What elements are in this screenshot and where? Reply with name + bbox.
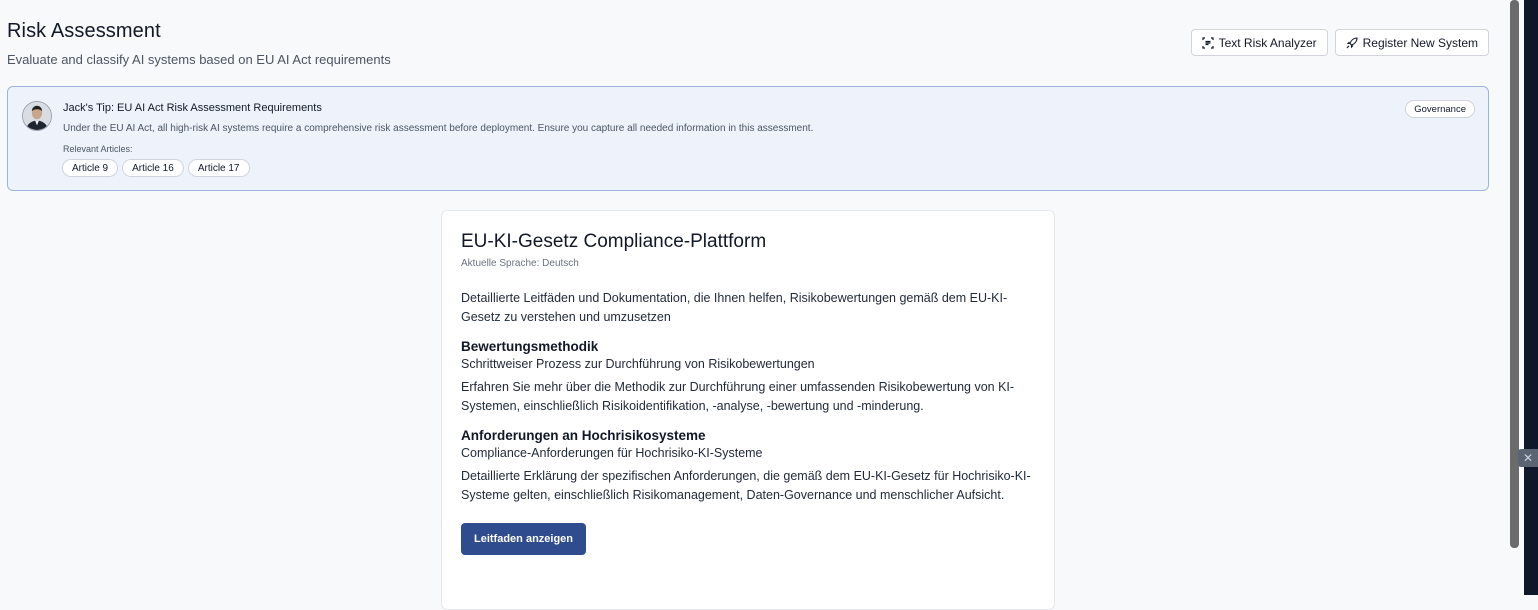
register-new-system-button[interactable]: Register New System (1334, 29, 1489, 56)
section-body: Erfahren Sie mehr über die Methodik zur … (461, 380, 1015, 413)
close-icon[interactable]: ✕ (1518, 449, 1538, 467)
side-panel-edge (1524, 0, 1538, 595)
card-title: EU-KI-Gesetz Compliance-Plattform (461, 231, 767, 252)
section-heading: Anforderungen an Hochrisikosysteme (461, 428, 706, 443)
section-subheading: Compliance-Anforderungen für Hochrisiko-… (461, 446, 763, 460)
text-risk-analyzer-label: Text Risk Analyzer (1218, 35, 1317, 50)
article-tag[interactable]: Article 9 (62, 159, 119, 177)
article-tag[interactable]: Article 17 (187, 159, 250, 177)
card-intro: Detaillierte Leitfäden und Dokumentation… (461, 291, 1008, 324)
guidance-card: EU-KI-Gesetz Compliance-Plattform Aktuel… (441, 210, 1055, 610)
article-tag[interactable]: Article 16 (122, 159, 184, 177)
page-subtitle: Evaluate and classify AI systems based o… (7, 52, 391, 67)
person-avatar-icon (23, 102, 51, 130)
section-heading: Bewertungsmethodik (461, 339, 599, 354)
relevant-articles-label: Relevant Articles: (63, 144, 133, 154)
rocket-icon (1346, 36, 1358, 48)
page-header: Risk Assessment Evaluate and classify AI… (7, 20, 391, 67)
show-guide-button[interactable]: Leitfaden anzeigen (461, 523, 587, 555)
scan-text-icon (1201, 36, 1214, 49)
tip-text: Under the EU AI Act, all high-risk AI sy… (63, 123, 814, 134)
avatar (22, 101, 52, 131)
text-risk-analyzer-button[interactable]: Text Risk Analyzer (1190, 29, 1328, 56)
section-subheading: Schrittweiser Prozess zur Durchführung v… (461, 357, 815, 371)
header-actions: Text Risk Analyzer Register New System (1190, 29, 1489, 56)
governance-badge: Governance (1405, 100, 1475, 118)
tip-banner: Jack's Tip: EU AI Act Risk Assessment Re… (7, 86, 1489, 191)
section-body: Detaillierte Erklärung der spezifischen … (461, 469, 1031, 502)
current-language: Aktuelle Sprache: Deutsch (461, 258, 579, 269)
register-new-system-label: Register New System (1362, 35, 1478, 50)
tip-title: Jack's Tip: EU AI Act Risk Assessment Re… (63, 102, 322, 114)
article-tags: Article 9 Article 16 Article 17 (62, 159, 250, 177)
page-title: Risk Assessment (7, 20, 161, 42)
